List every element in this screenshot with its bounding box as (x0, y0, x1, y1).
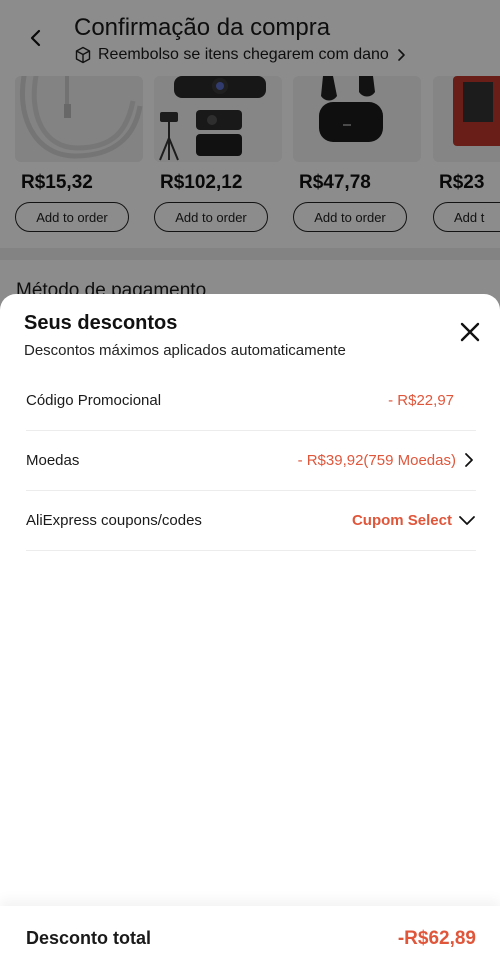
row-label: Código Promocional (26, 391, 162, 409)
total-discount-value: -R$62,89 (397, 928, 476, 949)
row-value: - R$39,92(759 Moedas) (298, 452, 476, 469)
promo-discount-amount: - R$22,97 (388, 391, 454, 409)
chevron-right-icon (465, 453, 473, 467)
close-icon (460, 322, 480, 342)
total-discount-label: Desconto total (26, 928, 152, 948)
promo-code-row[interactable]: Código Promocional - R$22,97 (26, 370, 476, 431)
row-value: - R$22,97 (388, 392, 476, 409)
chevron-down-icon (459, 516, 475, 525)
close-button[interactable] (456, 318, 484, 346)
discounts-sheet: Seus descontos Descontos máximos aplicad… (0, 294, 500, 980)
coins-discount-amount: - R$39,92(759 Moedas) (297, 451, 456, 469)
coupon-select-dropdown[interactable]: Cupom Select (352, 512, 476, 529)
sheet-title: Seus descontos (24, 312, 178, 334)
row-label: Moedas (26, 451, 80, 469)
row-label: AliExpress coupons/codes (26, 511, 202, 529)
sheet-subtitle: Descontos máximos aplicados automaticame… (24, 342, 346, 359)
coupon-select-label: Cupom Select (351, 511, 452, 529)
coupons-row[interactable]: AliExpress coupons/codes Cupom Select (26, 490, 476, 551)
total-footer: Desconto total -R$62,89 (0, 906, 500, 980)
coins-row[interactable]: Moedas - R$39,92(759 Moedas) (26, 430, 476, 491)
